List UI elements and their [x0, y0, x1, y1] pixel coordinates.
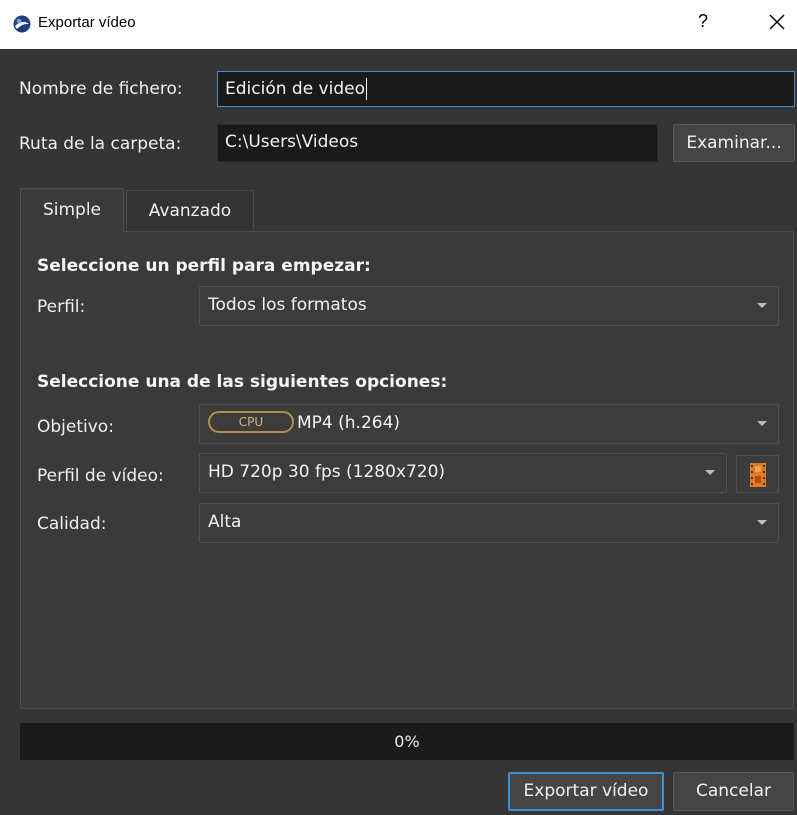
target-select[interactable]: CPU MP4 (h.264): [199, 404, 779, 444]
progress-text: 0%: [394, 732, 420, 751]
openshot-logo-icon: [13, 15, 31, 33]
filename-label: Nombre de fichero:: [19, 79, 183, 99]
title-bar: Exportar vídeo ?: [0, 0, 797, 49]
help-button[interactable]: ?: [698, 11, 708, 32]
cpu-badge: CPU: [208, 410, 294, 433]
tab-avanzado[interactable]: Avanzado: [126, 190, 254, 230]
filename-input[interactable]: Edición de video: [217, 71, 795, 107]
film-strip-icon: [750, 463, 766, 487]
filename-value: Edición de video: [225, 79, 365, 99]
dropdown-arrow-icon: [757, 421, 767, 426]
profile-select[interactable]: Todos los formatos: [199, 286, 779, 326]
folder-value: C:\Users\Videos: [225, 132, 359, 152]
video-profile-value: HD 720p 30 fps (1280x720): [208, 462, 446, 482]
video-profile-select[interactable]: HD 720p 30 fps (1280x720): [199, 453, 727, 493]
profile-heading: Seleccione un perfil para empezar:: [37, 256, 371, 276]
tab-simple[interactable]: Simple: [20, 188, 124, 232]
dropdown-arrow-icon: [757, 520, 767, 525]
cancel-button[interactable]: Cancelar: [673, 772, 794, 811]
target-label: Objetivo:: [37, 417, 114, 437]
window-title: Exportar vídeo: [38, 14, 136, 31]
dropdown-arrow-icon: [757, 303, 767, 308]
target-value: MP4 (h.264): [297, 413, 401, 433]
folder-label: Ruta de la carpeta:: [19, 134, 182, 154]
profile-label: Perfil:: [37, 297, 86, 317]
quality-label: Calidad:: [37, 514, 107, 534]
options-heading: Seleccione una de las siguientes opcione…: [37, 372, 448, 392]
export-progress-bar: 0%: [20, 723, 794, 760]
quality-select[interactable]: Alta: [199, 503, 779, 543]
profile-value: Todos los formatos: [208, 295, 367, 315]
video-profile-edit-button[interactable]: [736, 455, 779, 493]
video-profile-label: Perfil de vídeo:: [37, 466, 164, 486]
text-caret: [366, 78, 367, 100]
dropdown-arrow-icon: [705, 470, 715, 475]
export-button[interactable]: Exportar vídeo: [508, 772, 664, 811]
quality-value: Alta: [208, 512, 242, 532]
close-icon[interactable]: [766, 11, 788, 33]
browse-button[interactable]: Examinar...: [673, 124, 795, 162]
folder-input[interactable]: C:\Users\Videos: [217, 124, 658, 162]
